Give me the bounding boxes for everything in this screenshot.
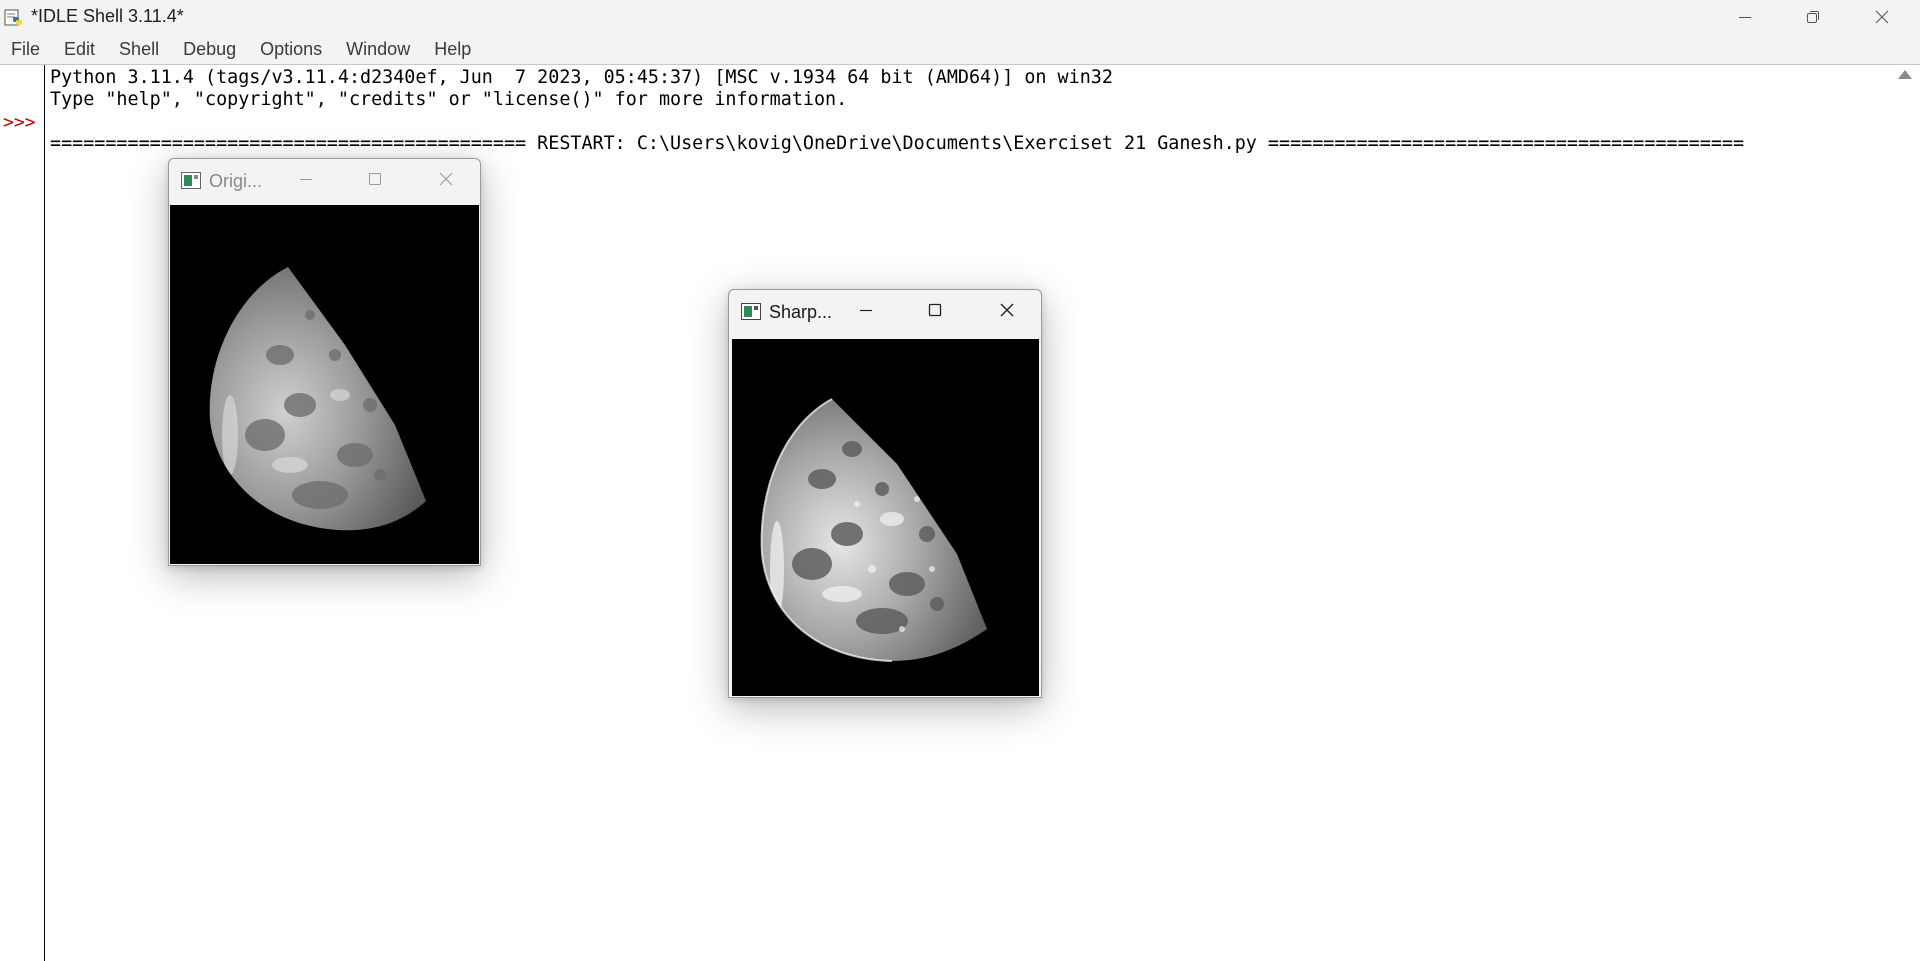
close-icon: [999, 302, 1015, 323]
shell-line-help: Type "help", "copyright", "credits" or "…: [50, 89, 848, 110]
minimize-button[interactable]: [1711, 0, 1779, 34]
sharpened-close-button[interactable]: [987, 296, 1027, 328]
shell-line-version: Python 3.11.4 (tags/v3.11.4:d2340ef, Jun…: [50, 67, 1113, 88]
sharpened-image-window[interactable]: Sharp...: [728, 289, 1042, 698]
sharpened-window-titlebar[interactable]: Sharp...: [729, 290, 1041, 334]
sharpened-minimize-button[interactable]: [846, 296, 886, 328]
prompt-gutter: [0, 65, 45, 961]
close-icon: [1874, 9, 1890, 25]
restore-icon: [1805, 9, 1821, 25]
maximize-icon: [927, 302, 943, 323]
sharpened-maximize-button[interactable]: [915, 296, 955, 328]
menu-bar: File Edit Shell Debug Options Window Hel…: [0, 34, 1920, 64]
minimize-icon: [298, 171, 314, 192]
original-minimize-button[interactable]: [286, 165, 326, 197]
maximize-icon: [367, 171, 383, 192]
shell-line-restart: ========================================…: [50, 133, 1745, 154]
close-icon: [438, 171, 454, 192]
original-moon-image: [170, 205, 479, 564]
menu-options[interactable]: Options: [260, 39, 322, 60]
vertical-scrollbar[interactable]: [1893, 65, 1920, 961]
original-close-button[interactable]: [426, 165, 466, 197]
menu-edit[interactable]: Edit: [64, 39, 95, 60]
title-bar: *IDLE Shell 3.11.4*: [0, 0, 1920, 34]
sharpened-window-title: Sharp...: [769, 302, 833, 322]
menu-debug[interactable]: Debug: [183, 39, 236, 60]
opencv-window-icon: [181, 172, 201, 189]
window-title: *IDLE Shell 3.11.4*: [31, 6, 184, 26]
minimize-icon: [1737, 9, 1753, 25]
original-window-title: Origi...: [209, 171, 263, 191]
sharpened-moon-image: [732, 339, 1039, 696]
python-idle-icon: [4, 8, 24, 28]
close-button[interactable]: [1848, 0, 1916, 34]
original-image-window[interactable]: Origi...: [168, 158, 481, 566]
menu-shell[interactable]: Shell: [119, 39, 159, 60]
menu-window[interactable]: Window: [346, 39, 410, 60]
menu-help[interactable]: Help: [434, 39, 471, 60]
menu-file[interactable]: File: [11, 39, 40, 60]
minimize-icon: [858, 302, 874, 323]
scroll-up-icon[interactable]: [1898, 70, 1912, 79]
opencv-window-icon: [741, 303, 761, 320]
restore-button[interactable]: [1779, 0, 1847, 34]
original-maximize-button[interactable]: [355, 165, 395, 197]
original-window-titlebar[interactable]: Origi...: [169, 159, 480, 203]
shell-prompt: >>>: [3, 112, 36, 133]
